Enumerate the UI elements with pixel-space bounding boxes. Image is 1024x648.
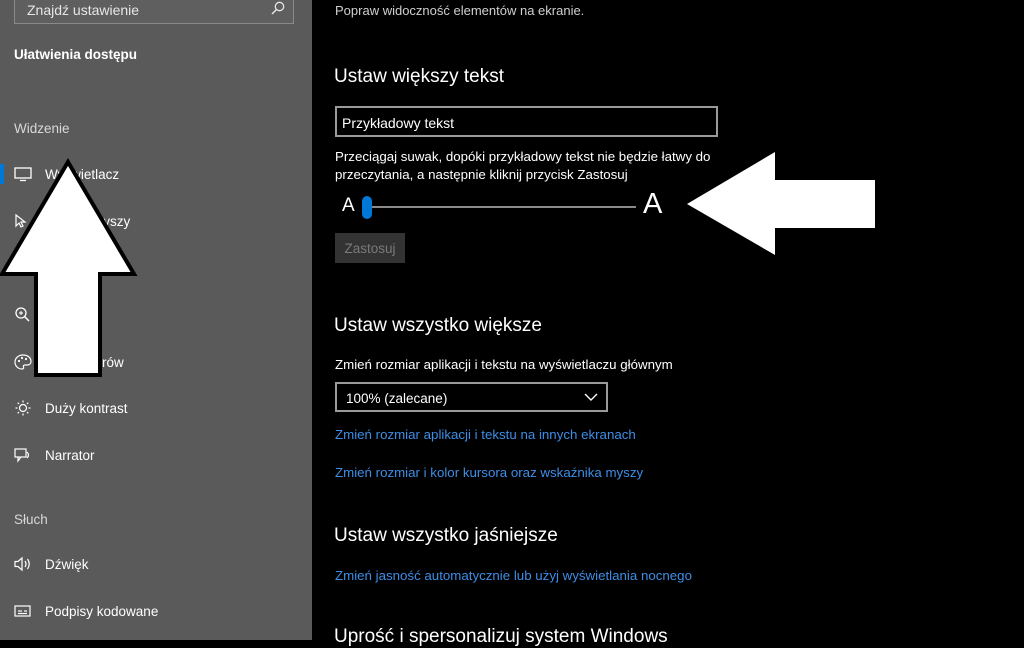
search-icon[interactable] bbox=[271, 1, 285, 15]
link-other-displays[interactable]: Zmień rozmiar aplikacji i tekstu na inny… bbox=[335, 427, 636, 442]
search-input[interactable]: Znajdź ustawienie bbox=[14, 0, 294, 24]
sidebar-item-label: Narrator bbox=[45, 448, 95, 463]
scale-value: 100% (zalecane) bbox=[346, 391, 448, 406]
sidebar-item-display[interactable]: Wyświetlacz bbox=[0, 154, 312, 194]
sidebar-item-magnifier[interactable] bbox=[0, 294, 312, 334]
sidebar-item-label: Wyświetlacz bbox=[45, 167, 120, 182]
monitor-icon bbox=[14, 167, 32, 182]
sidebar-item-label: Podpisy kodowane bbox=[45, 604, 159, 619]
sidebar-item-captions[interactable]: Podpisy kodowane bbox=[0, 591, 312, 631]
heading-bigger-text: Ustaw większy tekst bbox=[334, 66, 504, 87]
search-placeholder: Znajdź ustawienie bbox=[27, 2, 140, 18]
sidebar-item-label: Dźwięk bbox=[45, 557, 89, 572]
heading-make-everything-brighter: Ustaw wszystko jaśniejsze bbox=[334, 525, 558, 546]
sidebar-item-narrator[interactable]: Narrator bbox=[0, 435, 312, 475]
slider-description-line2: przeczytania, a następnie kliknij przyci… bbox=[335, 167, 628, 182]
brightness-icon bbox=[15, 400, 31, 416]
page-subtitle: Popraw widoczność elementów na ekranie. bbox=[335, 3, 585, 18]
captions-icon bbox=[14, 605, 31, 617]
main-content: Popraw widoczność elementów na ekranie. … bbox=[312, 0, 1024, 647]
sidebar-item-color-filters[interactable]: rów bbox=[0, 342, 312, 382]
magnifier-icon bbox=[15, 307, 30, 322]
sidebar-title: Ułatwienia dostępu bbox=[14, 47, 138, 62]
group-label-vision: Widzenie bbox=[14, 121, 70, 136]
scale-dropdown[interactable]: 100% (zalecane) bbox=[335, 382, 608, 412]
slider-min-label: A bbox=[342, 195, 355, 216]
scale-label: Zmień rozmiar aplikacji i tekstu na wyśw… bbox=[335, 357, 673, 372]
mouse-pointer-icon bbox=[15, 213, 27, 228]
link-night-light[interactable]: Zmień jasność automatycznie lub użyj wyś… bbox=[335, 568, 692, 583]
apply-button[interactable]: Zastosuj bbox=[335, 233, 405, 263]
slider-description-line1: Przeciągaj suwak, dopóki przykładowy tek… bbox=[335, 149, 711, 164]
narrator-icon bbox=[14, 448, 30, 463]
text-size-slider-thumb[interactable] bbox=[362, 196, 372, 219]
heading-simplify-windows: Uprość i spersonalizuj system Windows bbox=[334, 626, 668, 647]
sidebar-item-label: rów bbox=[102, 355, 124, 370]
sidebar-item-mouse[interactable]: myszy bbox=[0, 201, 312, 241]
chevron-down-icon bbox=[584, 393, 598, 401]
slider-description: Przeciągaj suwak, dopóki przykładowy tek… bbox=[335, 148, 735, 184]
sidebar-item-high-contrast[interactable]: Duży kontrast bbox=[0, 388, 312, 428]
text-size-slider[interactable] bbox=[364, 206, 636, 208]
heading-make-everything-bigger: Ustaw wszystko większe bbox=[334, 315, 542, 336]
group-label-hearing: Słuch bbox=[14, 512, 48, 527]
sidebar-item-sound[interactable]: Dźwięk bbox=[0, 544, 312, 584]
speaker-icon bbox=[14, 556, 30, 572]
palette-icon bbox=[14, 354, 32, 370]
slider-max-label: A bbox=[643, 188, 663, 220]
sample-text-box: Przykładowy tekst bbox=[335, 106, 718, 137]
sidebar: Znajdź ustawienie Ułatwienia dostępu Wid… bbox=[0, 0, 312, 640]
sidebar-item-label: myszy bbox=[92, 214, 131, 229]
sidebar-item-label: Duży kontrast bbox=[45, 401, 128, 416]
link-cursor-size[interactable]: Zmień rozmiar i kolor kursora oraz wskaź… bbox=[335, 465, 643, 480]
